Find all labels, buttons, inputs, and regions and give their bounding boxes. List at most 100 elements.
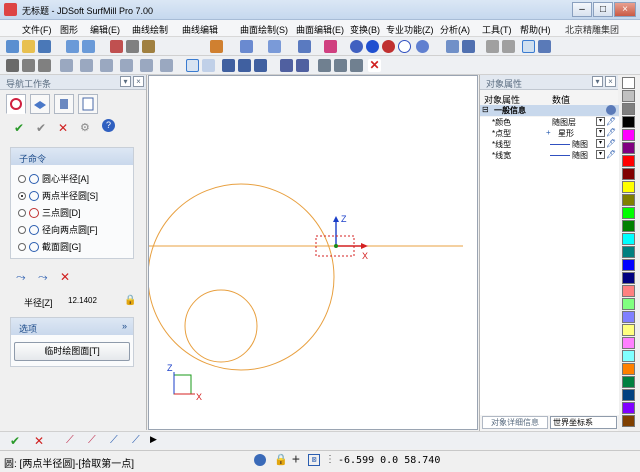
rotate-icon[interactable] — [268, 40, 281, 53]
view-globe-icon[interactable] — [254, 454, 266, 466]
snap-box-icon[interactable]: ⊠ — [308, 454, 320, 466]
ring-icon[interactable] — [222, 59, 235, 72]
color-swatch[interactable] — [622, 402, 635, 414]
list-icon[interactable] — [538, 40, 551, 53]
tab-object-detail[interactable]: 对象详细信息 — [482, 416, 548, 429]
option-three-point[interactable]: 三点圆[D] — [18, 206, 81, 219]
grid-icon[interactable] — [186, 59, 199, 72]
paste-icon[interactable] — [142, 40, 155, 53]
close-button[interactable]: × — [614, 2, 636, 17]
dropdown-icon[interactable]: ▾ — [596, 139, 605, 148]
point-icon[interactable] — [6, 59, 19, 72]
props-group-row[interactable]: ⊟ 一般信息 — [480, 105, 619, 116]
minimize-button[interactable]: – — [572, 2, 592, 17]
color-swatch[interactable] — [622, 142, 635, 154]
props-pin-icon[interactable]: ▾ — [592, 76, 603, 87]
option-center-radius[interactable]: 圆心半径[A] — [18, 172, 89, 185]
tab-tools[interactable] — [54, 94, 74, 114]
option-section-circle[interactable]: 截面圆[G] — [18, 240, 81, 253]
picker-icon[interactable]: 🖊 — [606, 117, 616, 126]
group-expand-icon[interactable]: ⊟ — [482, 105, 489, 114]
spline-icon[interactable] — [140, 59, 153, 72]
color-swatch[interactable] — [622, 168, 635, 180]
extend-icon[interactable] — [296, 59, 309, 72]
collapse-icon[interactable]: » — [122, 321, 127, 331]
color-swatch[interactable] — [622, 324, 635, 336]
cut-icon[interactable] — [110, 40, 123, 53]
radio-three-point[interactable] — [18, 208, 26, 217]
color-swatch[interactable] — [622, 77, 635, 89]
coordinate-system-select[interactable]: 世界坐标系 — [550, 416, 617, 429]
snap-tool-icon[interactable]: ⤳ — [16, 270, 26, 285]
trim-icon[interactable] — [280, 59, 293, 72]
menu-edit[interactable]: 编辑(E) — [90, 23, 120, 36]
crosshair-icon[interactable]: + — [292, 452, 300, 467]
nav-close-icon[interactable]: × — [133, 76, 144, 87]
lock-icon[interactable]: 🔒 — [124, 295, 136, 306]
props-close-icon[interactable]: × — [605, 76, 616, 87]
menu-analysis[interactable]: 分析(A) — [440, 23, 470, 36]
radio-two-point-radius[interactable] — [18, 191, 26, 200]
dropdown-icon[interactable]: ▾ — [596, 117, 605, 126]
new-icon[interactable] — [6, 40, 19, 53]
prop-row-color[interactable]: *颜色 随图层 ▾ 🖊 — [480, 117, 619, 128]
color-swatch[interactable] — [622, 129, 635, 141]
radio-radial-two-point[interactable] — [18, 225, 26, 234]
picker-icon[interactable]: 🖊 — [606, 150, 616, 159]
snap-icon[interactable] — [522, 40, 535, 53]
ring2-icon[interactable] — [238, 59, 251, 72]
pan-icon[interactable] — [298, 40, 311, 53]
help-icon[interactable]: ? — [102, 119, 115, 132]
tool-settings-icon[interactable]: ⚙ — [80, 121, 90, 134]
box-icon[interactable] — [210, 40, 223, 53]
shade-icon[interactable] — [350, 40, 363, 53]
save-icon[interactable] — [38, 40, 51, 53]
copy-icon[interactable] — [126, 40, 139, 53]
color-swatch[interactable] — [622, 389, 635, 401]
color-swatch[interactable] — [622, 350, 635, 362]
color-swatch[interactable] — [622, 298, 635, 310]
snap-mid-icon[interactable]: ⟋ — [88, 434, 96, 447]
dropdown-icon[interactable]: ▾ — [596, 128, 605, 137]
color-swatch[interactable] — [622, 363, 635, 375]
color-swatch[interactable] — [622, 285, 635, 297]
color-swatch[interactable] — [622, 311, 635, 323]
snap-plane-icon[interactable]: ⟋ — [132, 434, 140, 447]
apply-icon[interactable]: ✔ — [36, 121, 46, 135]
radio-section-circle[interactable] — [18, 242, 26, 251]
temp-plane-button[interactable]: 临时绘图面[T] — [14, 342, 130, 361]
picker-icon[interactable]: 🖊 — [606, 128, 616, 137]
menu-transform[interactable]: 变换(B) — [350, 23, 380, 36]
layer-icon[interactable] — [446, 40, 459, 53]
color-swatch[interactable] — [622, 337, 635, 349]
drawing-canvas[interactable]: Z X Z X — [147, 75, 478, 430]
color-swatch[interactable] — [622, 246, 635, 258]
color-swatch[interactable] — [622, 415, 635, 427]
radius-input[interactable]: 12.1402 — [68, 296, 97, 305]
tool-icon[interactable] — [318, 59, 331, 72]
color-swatch[interactable] — [622, 259, 635, 271]
snap-grid-icon[interactable] — [202, 59, 215, 72]
options-header[interactable]: 选项 » — [11, 318, 133, 335]
menu-curve-draw[interactable]: 曲线绘制 — [132, 23, 168, 36]
tab-draw[interactable] — [6, 94, 26, 114]
prop-row-point-type[interactable]: *点型 + 星形 ▾ 🖊 — [480, 128, 619, 139]
menu-graphics[interactable]: 图形 — [60, 23, 78, 36]
text-icon[interactable] — [160, 59, 173, 72]
red-sphere-icon[interactable] — [382, 40, 395, 53]
tool3-icon[interactable] — [350, 59, 363, 72]
menu-file[interactable]: 文件(F) — [22, 23, 52, 36]
tool2-icon[interactable] — [334, 59, 347, 72]
dropdown-icon[interactable]: ▾ — [596, 150, 605, 159]
color-swatch[interactable] — [622, 155, 635, 167]
option-radial-two-point[interactable]: 径向两点圆[F] — [18, 223, 98, 236]
cancel-icon[interactable]: ✕ — [58, 121, 68, 135]
menu-tools[interactable]: 工具(T) — [482, 23, 512, 36]
gray-shade-icon[interactable] — [486, 40, 499, 53]
gray-shade2-icon[interactable] — [502, 40, 515, 53]
prop-row-line-type[interactable]: *线型 随图 ▾ 🖊 — [480, 139, 619, 150]
maximize-button[interactable]: □ — [593, 2, 613, 17]
ok-icon[interactable]: ✔ — [14, 121, 24, 135]
menu-surface-draw[interactable]: 曲面绘制(S) — [240, 23, 288, 36]
render-icon[interactable] — [416, 40, 429, 53]
